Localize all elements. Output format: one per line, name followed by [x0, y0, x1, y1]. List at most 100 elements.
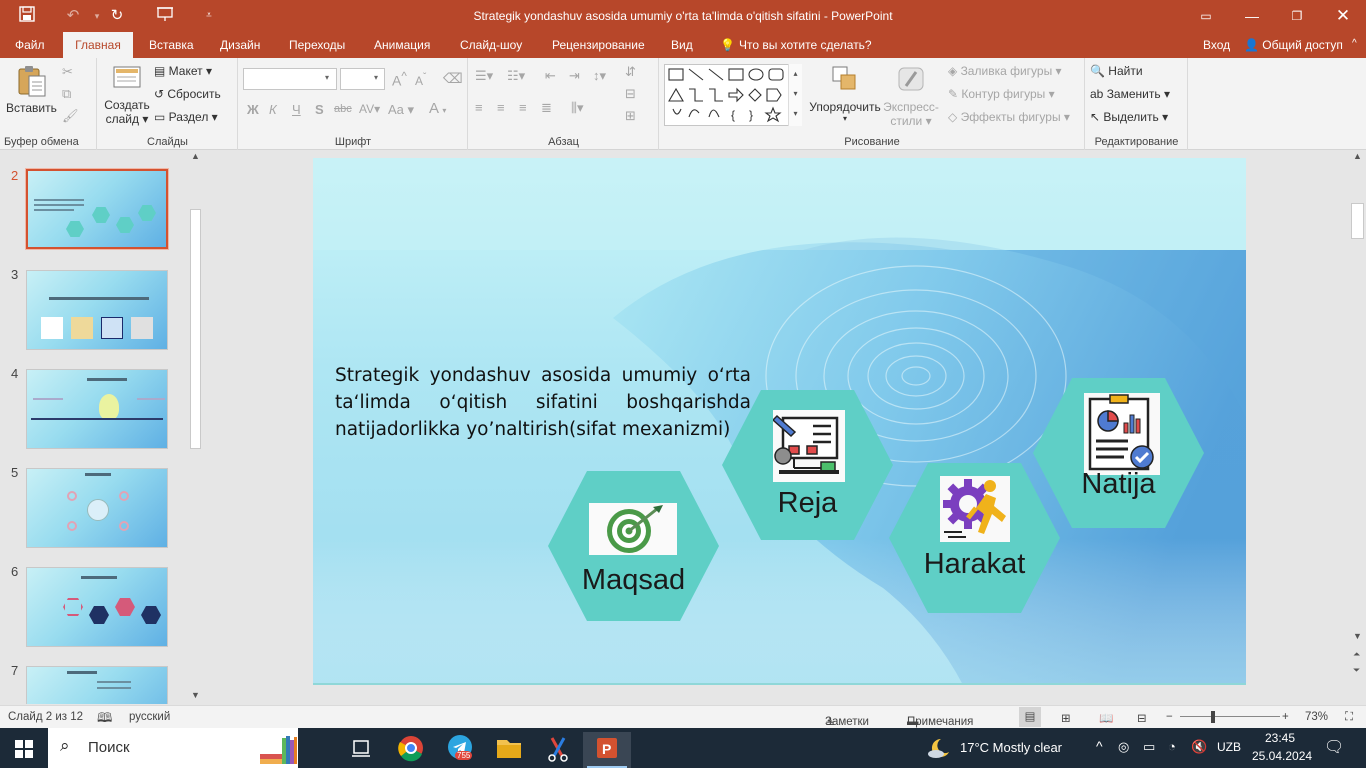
- text-direction-icon[interactable]: ⇵: [625, 64, 636, 80]
- minimize-icon[interactable]: —: [1229, 0, 1275, 32]
- collapse-ribbon-icon[interactable]: ^: [1352, 38, 1357, 49]
- tab-home[interactable]: Главная: [63, 32, 133, 58]
- next-slide-icon[interactable]: ⏷: [1353, 665, 1360, 676]
- font-color-button[interactable]: A ▾: [429, 100, 446, 117]
- italic-button[interactable]: К: [269, 102, 277, 117]
- quick-styles-button[interactable]: Экспресс- стили ▾: [880, 62, 942, 128]
- bold-button[interactable]: Ж: [247, 102, 259, 117]
- find-button[interactable]: 🔍 Найти: [1090, 64, 1143, 78]
- align-left-icon[interactable]: ≡: [475, 100, 483, 115]
- replace-button[interactable]: ab Заменить ▾: [1090, 87, 1170, 101]
- align-right-icon[interactable]: ≡: [519, 100, 527, 115]
- change-case-button[interactable]: Aa ▾: [388, 102, 414, 118]
- increase-indent-icon[interactable]: ⇥: [569, 68, 580, 84]
- file-explorer-icon[interactable]: [485, 732, 533, 768]
- powerpoint-taskbar-icon[interactable]: P: [583, 732, 631, 768]
- format-painter-icon[interactable]: 🖌: [62, 108, 79, 124]
- slide-canvas[interactable]: Strategik yondashuv asosida umumiy o‘rta…: [313, 158, 1246, 685]
- cut-icon[interactable]: ✂: [62, 64, 73, 80]
- underline-button[interactable]: Ч: [292, 102, 301, 117]
- tab-design[interactable]: Дизайн: [214, 32, 266, 58]
- editor-scrollbar[interactable]: ▲ ▼ ⏶ ⏷: [1349, 151, 1366, 704]
- weather-moon-icon[interactable]: [926, 736, 952, 760]
- slide-sorter-icon[interactable]: ⊞: [1061, 711, 1071, 725]
- scroll-up-icon[interactable]: ▲: [1353, 151, 1362, 161]
- align-center-icon[interactable]: ≡: [497, 100, 505, 115]
- slide-thumbnail-6[interactable]: [26, 567, 168, 647]
- align-text-icon[interactable]: ⊟: [625, 86, 636, 102]
- tab-file[interactable]: Файл: [9, 32, 51, 58]
- section-button[interactable]: ▭ Раздел ▾: [154, 110, 218, 124]
- slide-title-text[interactable]: Strategik yondashuv asosida umumiy o‘rta…: [335, 362, 751, 443]
- tab-animations[interactable]: Анимация: [368, 32, 436, 58]
- slide-thumbnail-2[interactable]: [25, 168, 169, 250]
- fit-to-window-icon[interactable]: ⛶: [1345, 711, 1353, 724]
- input-language[interactable]: UZB: [1217, 740, 1241, 754]
- previous-slide-icon[interactable]: ⏶: [1353, 649, 1360, 660]
- zoom-in-icon[interactable]: +: [1282, 711, 1289, 723]
- smartart-icon[interactable]: ⊞: [625, 108, 636, 124]
- character-spacing-button[interactable]: AV▾: [359, 102, 380, 116]
- bullets-icon[interactable]: ☰▾: [475, 68, 493, 84]
- tell-me-box[interactable]: 💡 Что вы хотите сделать?: [720, 32, 872, 58]
- windows-start-icon[interactable]: [15, 740, 33, 758]
- tab-insert[interactable]: Вставка: [143, 32, 200, 58]
- scroll-up-icon[interactable]: ▲: [191, 151, 200, 161]
- copy-icon[interactable]: ⧉: [62, 86, 71, 102]
- shape-effects-button[interactable]: ◇ Эффекты фигуры ▾: [948, 110, 1070, 124]
- text-shadow-button[interactable]: S: [315, 102, 324, 117]
- zoom-slider-handle[interactable]: [1211, 711, 1215, 723]
- select-button[interactable]: ↖ Выделить ▾: [1090, 110, 1168, 124]
- arrange-button[interactable]: Упорядочить ▾: [806, 62, 884, 123]
- font-name-field[interactable]: [243, 68, 337, 90]
- columns-icon[interactable]: ⫼▾: [571, 100, 584, 116]
- line-spacing-icon[interactable]: ↕▾: [593, 68, 606, 84]
- decrease-indent-icon[interactable]: ⇤: [545, 68, 556, 84]
- notifications-icon[interactable]: 🗨: [1324, 737, 1344, 757]
- normal-view-icon[interactable]: ▤: [1019, 707, 1041, 727]
- editor-scroll-thumb[interactable]: [1351, 203, 1364, 239]
- wifi-icon[interactable]: ◔: [1168, 739, 1176, 754]
- tab-review[interactable]: Рецензирование: [546, 32, 651, 58]
- shape-outline-button[interactable]: ✎ Контур фигуры ▾: [948, 87, 1055, 101]
- tab-transitions[interactable]: Переходы: [283, 32, 351, 58]
- chrome-icon[interactable]: [387, 732, 435, 768]
- show-hidden-icons[interactable]: ^: [1096, 738, 1103, 754]
- restore-icon[interactable]: ❐: [1274, 0, 1320, 32]
- slide-thumbnail-7[interactable]: [26, 666, 168, 704]
- tab-slideshow[interactable]: Слайд-шоу: [454, 32, 528, 58]
- weather-text[interactable]: 17°C Mostly clear: [960, 740, 1062, 755]
- strikethrough-button[interactable]: abc: [334, 103, 352, 115]
- telegram-icon[interactable]: 755: [436, 732, 484, 768]
- zoom-slider[interactable]: [1180, 716, 1280, 717]
- scroll-down-icon[interactable]: ▼: [191, 690, 200, 700]
- clear-formatting-icon[interactable]: ⌫: [443, 70, 463, 87]
- justify-icon[interactable]: ≣: [541, 100, 552, 116]
- tab-view[interactable]: Вид: [665, 32, 699, 58]
- share-button[interactable]: 👤 Общий доступ: [1244, 32, 1343, 58]
- language-indicator[interactable]: русский: [129, 711, 170, 723]
- grow-font-icon[interactable]: A^: [392, 70, 407, 89]
- numbering-icon[interactable]: ☷▾: [507, 68, 525, 84]
- slide-thumbnail-5[interactable]: [26, 468, 168, 548]
- thumbnails-scroll-thumb[interactable]: [190, 209, 201, 449]
- zoom-out-icon[interactable]: −: [1166, 711, 1173, 723]
- slide-thumbnail-4[interactable]: [26, 369, 168, 449]
- ribbon-display-options-icon[interactable]: ▭: [1183, 0, 1229, 32]
- reset-button[interactable]: ↺ Сбросить: [154, 87, 221, 101]
- layout-button[interactable]: ▤ Макет ▾: [154, 64, 212, 78]
- font-size-field[interactable]: [340, 68, 385, 90]
- new-slide-button[interactable]: Создать слайд ▾: [104, 62, 150, 126]
- zoom-level[interactable]: 73%: [1305, 711, 1328, 723]
- paste-button[interactable]: Вставить: [6, 62, 57, 128]
- font-name-dropdown-icon[interactable]: ▾: [325, 73, 329, 82]
- shape-fill-button[interactable]: ◈ Заливка фигуры ▾: [948, 64, 1062, 78]
- shrink-font-icon[interactable]: Aˇ: [415, 72, 426, 88]
- volume-muted-icon[interactable]: 🔇: [1191, 739, 1207, 755]
- webcam-icon[interactable]: ◎: [1118, 739, 1129, 755]
- slide-thumbnail-3[interactable]: [26, 270, 168, 350]
- thumbnails-scrollbar[interactable]: ▲ ▼: [188, 151, 203, 704]
- sign-in-link[interactable]: Вход: [1203, 32, 1230, 58]
- clock-date[interactable]: 25.04.2024: [1252, 749, 1312, 763]
- shapes-gallery-scroll[interactable]: ▴ ▾ ▾: [788, 64, 802, 126]
